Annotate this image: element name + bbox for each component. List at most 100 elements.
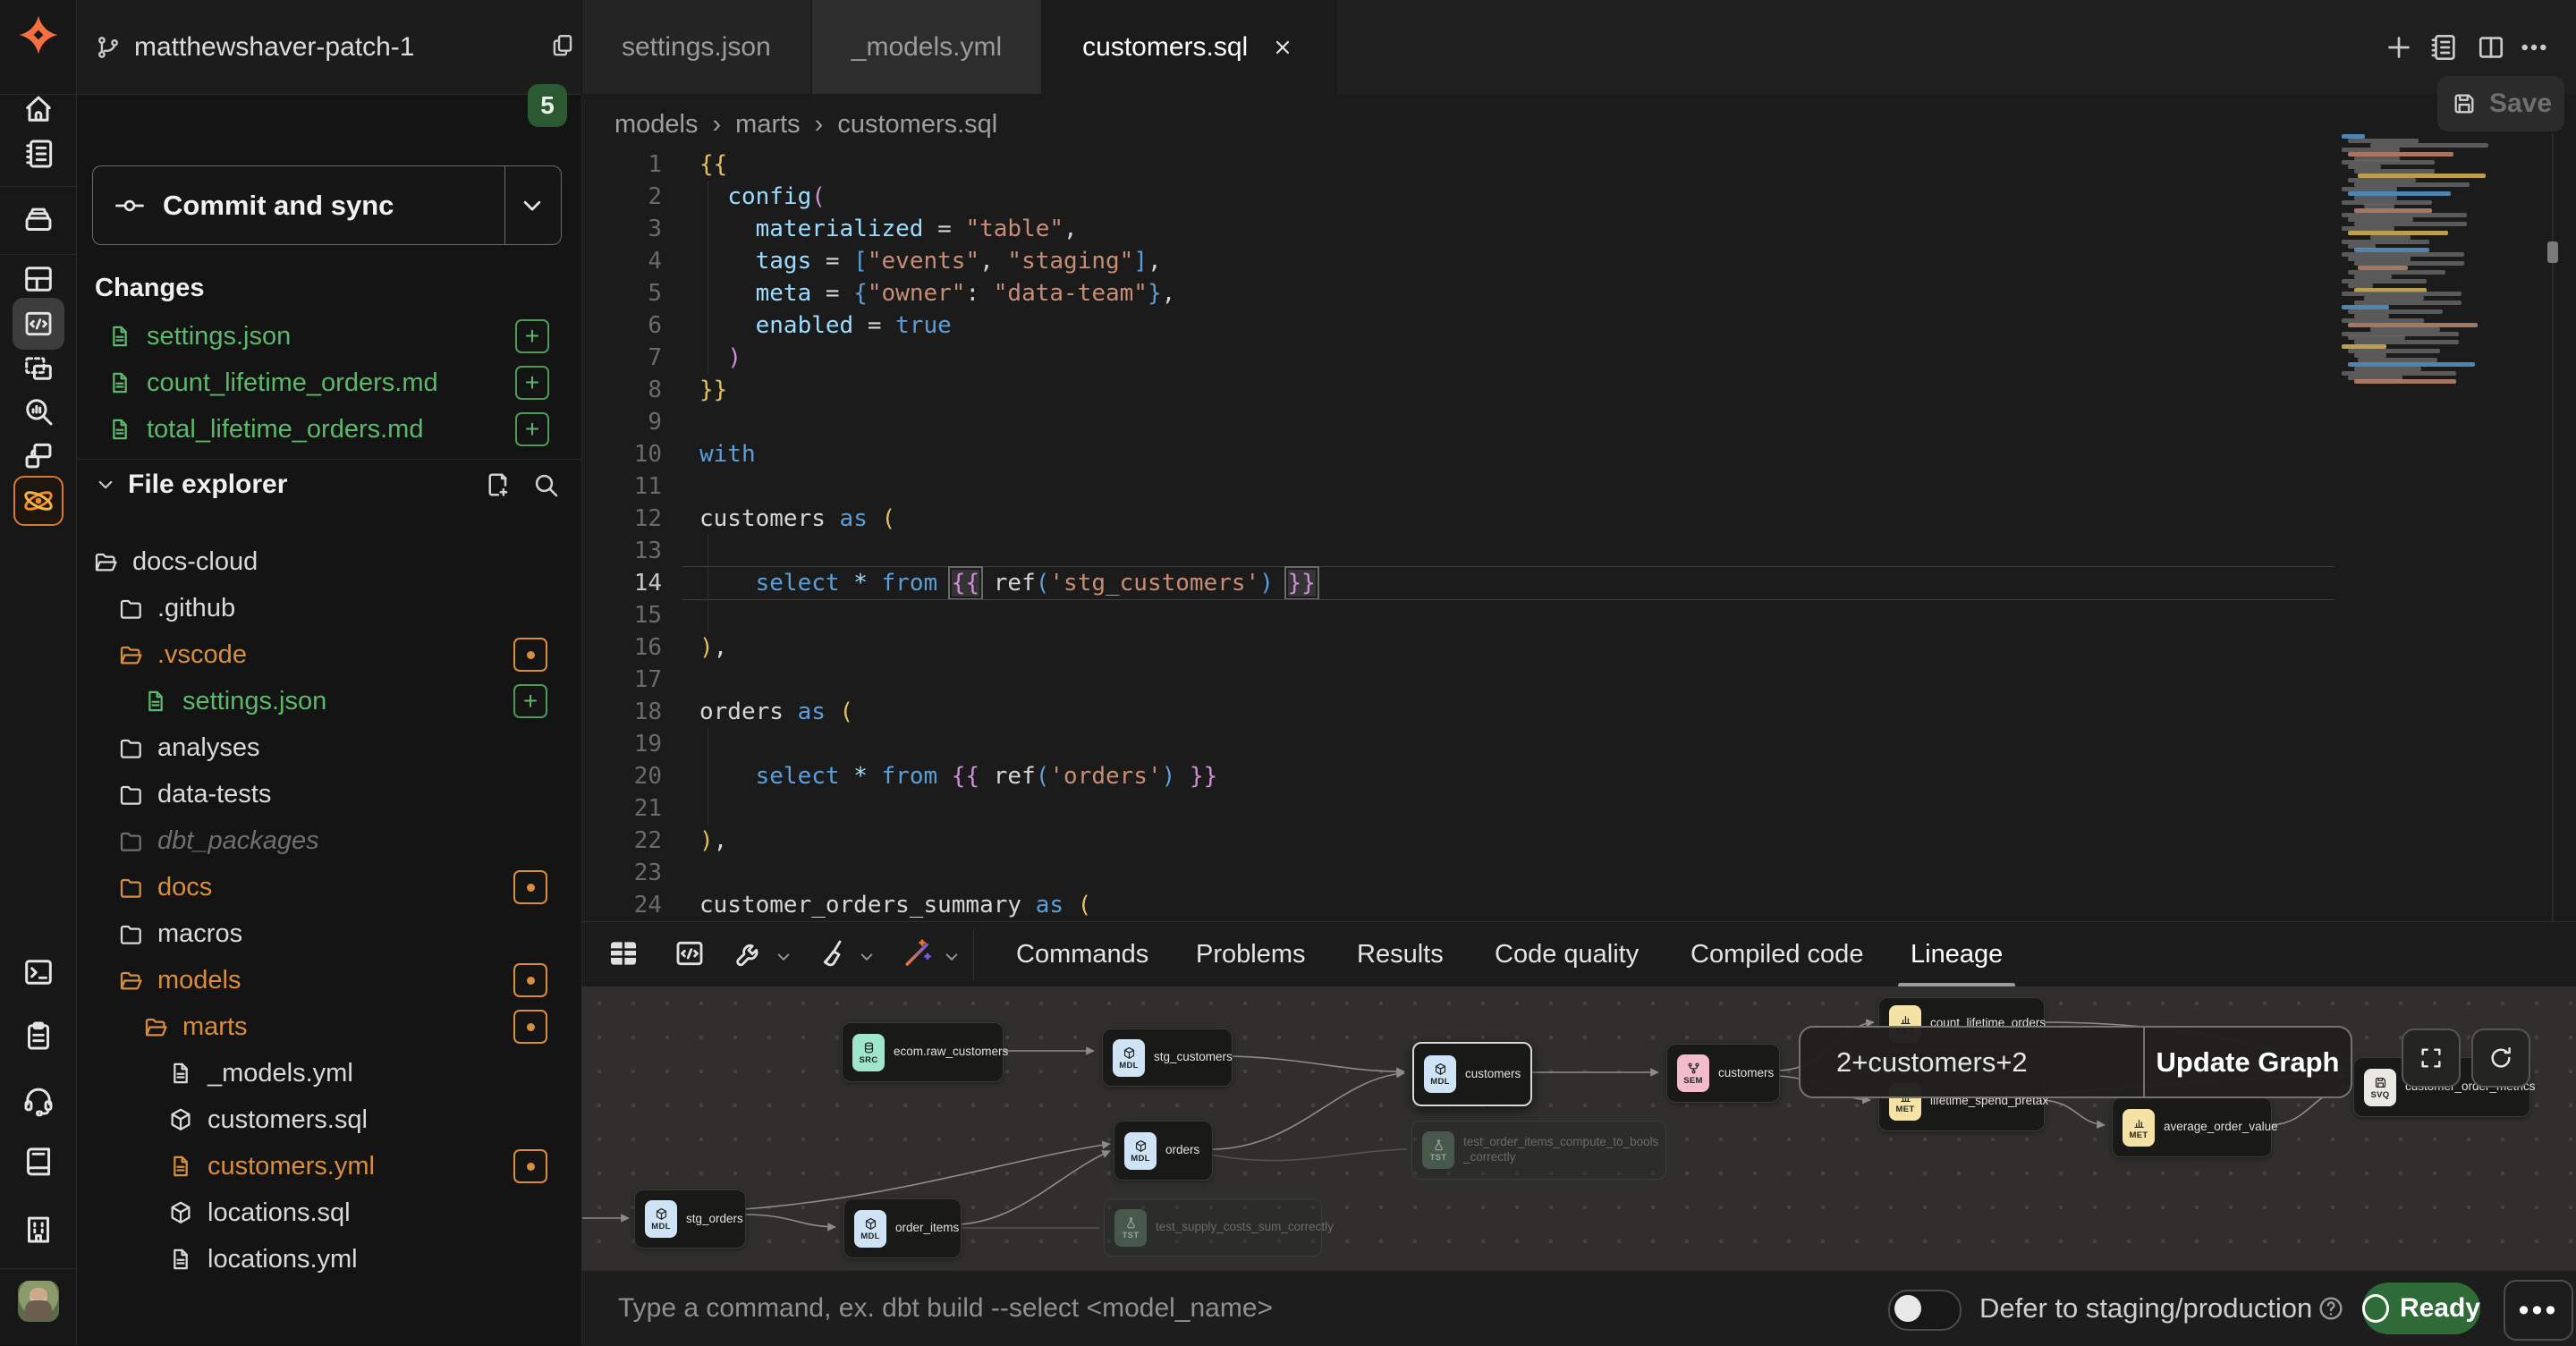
dbt-logo-icon[interactable] bbox=[16, 13, 61, 63]
rail-windows-icon[interactable] bbox=[20, 437, 57, 475]
panel-tab-problems[interactable]: Problems bbox=[1196, 922, 1306, 987]
format-broom-icon[interactable] bbox=[815, 935, 851, 971]
modified-dot-badge[interactable] bbox=[513, 638, 547, 672]
modified-dot-badge[interactable] bbox=[513, 870, 547, 904]
lineage-node-orders[interactable]: MDLorders bbox=[1114, 1121, 1213, 1181]
tree-item--vscode[interactable]: .vscode bbox=[116, 631, 567, 678]
rail-book-icon[interactable] bbox=[20, 1142, 57, 1180]
file-explorer-header[interactable]: File explorer bbox=[92, 470, 287, 500]
rail-code-window-icon[interactable] bbox=[13, 298, 64, 350]
minimap[interactable] bbox=[2342, 134, 2485, 389]
tree-item--models-yml[interactable]: _models.yml bbox=[166, 1050, 567, 1096]
code-content[interactable]: 1{{2 config(3 materialized = "table",4 t… bbox=[582, 148, 2576, 921]
tree-item-locations-sql[interactable]: locations.sql bbox=[166, 1189, 567, 1236]
lineage-canvas[interactable]: SRCecom.raw_customers MDLstg_customers MDL… bbox=[582, 986, 2576, 1270]
rail-dbt-ai-icon[interactable] bbox=[13, 476, 64, 526]
update-graph-button[interactable]: Update Graph bbox=[2143, 1028, 2351, 1096]
help-question-icon[interactable] bbox=[2316, 1293, 2346, 1324]
preview-table-icon[interactable] bbox=[606, 935, 641, 971]
tree-item--github[interactable]: .github bbox=[116, 585, 567, 631]
lineage-node-customers-mdl[interactable]: MDLcustomers bbox=[1412, 1042, 1532, 1106]
rail-home-icon[interactable] bbox=[20, 90, 57, 128]
rail-notebook-icon[interactable] bbox=[20, 135, 57, 173]
changed-file-row[interactable]: total_lifetime_orders.md+ bbox=[89, 406, 569, 453]
command-input[interactable]: Type a command, ex. dbt build --select <… bbox=[618, 1271, 1781, 1346]
breadcrumb-item[interactable]: customers.sql bbox=[837, 110, 997, 140]
lineage-refresh-button[interactable] bbox=[2471, 1029, 2530, 1088]
modified-dot-badge[interactable] bbox=[513, 1010, 547, 1044]
editor-scrollbar-thumb[interactable] bbox=[2547, 241, 2558, 263]
stage-file-button[interactable]: + bbox=[515, 412, 549, 446]
save-button[interactable]: Save bbox=[2437, 76, 2564, 131]
branch-name[interactable]: matthewshaver-patch-1 bbox=[134, 32, 414, 63]
breadcrumb-item[interactable]: marts bbox=[735, 110, 801, 140]
lineage-node-average-order-value[interactable]: METaverage_order_value bbox=[2112, 1097, 2272, 1157]
rail-terminal-icon[interactable] bbox=[20, 953, 57, 991]
panel-tab-code-quality[interactable]: Code quality bbox=[1495, 922, 1639, 987]
compile-code-icon[interactable] bbox=[672, 935, 708, 971]
build-wrench-icon[interactable] bbox=[732, 935, 767, 971]
stage-file-button[interactable]: + bbox=[515, 366, 549, 400]
lineage-node-test-order-items[interactable]: TSTtest_order_items_compute_to_bools _co… bbox=[1411, 1121, 1666, 1180]
tree-item-models[interactable]: models bbox=[116, 957, 567, 1003]
editor-more-options-icon[interactable] bbox=[2517, 30, 2551, 64]
lineage-fullscreen-button[interactable] bbox=[2402, 1029, 2461, 1088]
file-search-icon[interactable] bbox=[530, 469, 562, 501]
user-avatar[interactable] bbox=[18, 1281, 59, 1322]
rail-clipboard-icon[interactable] bbox=[20, 1017, 57, 1054]
lineage-node-customers-sem[interactable]: SEMcustomers bbox=[1666, 1044, 1780, 1103]
rail-stack-icon[interactable] bbox=[20, 200, 57, 238]
copy-branch-icon[interactable] bbox=[547, 30, 578, 61]
defer-toggle[interactable] bbox=[1888, 1290, 1962, 1331]
tree-item-dbt-packages[interactable]: dbt_packages bbox=[116, 817, 567, 864]
new-tab-icon[interactable] bbox=[2382, 30, 2416, 64]
changed-file-row[interactable]: count_lifetime_orders.md+ bbox=[89, 360, 569, 406]
rail-building-icon[interactable] bbox=[20, 1211, 57, 1249]
changed-file-row[interactable]: settings.json+ bbox=[89, 313, 569, 360]
notebook-panel-icon[interactable] bbox=[2426, 30, 2460, 64]
lineage-node-stg-customers[interactable]: MDLstg_customers bbox=[1102, 1029, 1233, 1087]
tree-item-settings-json[interactable]: settings.json+ bbox=[141, 678, 567, 724]
command-bar-more-button[interactable]: ••• bbox=[2504, 1280, 2573, 1341]
modified-dot-badge[interactable] bbox=[513, 1149, 547, 1183]
commit-dropdown-chevron-icon[interactable] bbox=[515, 189, 549, 223]
modified-dot-badge[interactable] bbox=[513, 963, 547, 997]
tree-item-customers-sql[interactable]: customers.sql bbox=[166, 1096, 567, 1143]
chevron-down-icon[interactable] bbox=[772, 945, 795, 969]
lineage-node-ecom-raw-customers[interactable]: SRCecom.raw_customers bbox=[842, 1022, 1004, 1082]
commit-and-sync-button[interactable]: Commit and sync bbox=[92, 165, 562, 245]
code-editor[interactable]: models›marts›customers.sql Save 1{{2 con… bbox=[582, 94, 2576, 921]
lineage-selector-input[interactable]: 2+customers+2 bbox=[1801, 1028, 2143, 1096]
chevron-down-icon[interactable] bbox=[940, 945, 963, 969]
lineage-node-order-items[interactable]: MDLorder_items bbox=[843, 1198, 962, 1258]
split-editor-icon[interactable] bbox=[2474, 30, 2508, 64]
tab-customers-sql[interactable]: customers.sql bbox=[1043, 0, 1337, 94]
rail-headset-icon[interactable] bbox=[20, 1081, 57, 1119]
rail-frame-icon[interactable] bbox=[20, 350, 57, 387]
tree-item-docs-cloud[interactable]: docs-cloud bbox=[91, 538, 567, 585]
tree-item-data-tests[interactable]: data-tests bbox=[116, 771, 567, 817]
chevron-down-icon[interactable] bbox=[855, 945, 878, 969]
close-tab-icon[interactable] bbox=[1269, 34, 1296, 61]
tab--models-yml[interactable]: _models.yml bbox=[812, 0, 1043, 94]
tree-item-customers-yml[interactable]: customers.yml bbox=[166, 1143, 567, 1189]
tree-item-analyses[interactable]: analyses bbox=[116, 724, 567, 771]
tab-settings-json[interactable]: settings.json bbox=[582, 0, 812, 94]
rail-grid-icon[interactable] bbox=[20, 260, 57, 298]
panel-tab-compiled-code[interactable]: Compiled code bbox=[1690, 922, 1863, 987]
ai-fix-wand-icon[interactable] bbox=[900, 935, 936, 971]
tree-item-marts[interactable]: marts bbox=[141, 1003, 567, 1050]
panel-tab-commands[interactable]: Commands bbox=[1016, 922, 1148, 987]
lineage-node-stg-orders[interactable]: MDLstg_orders bbox=[634, 1189, 746, 1249]
panel-tab-lineage[interactable]: Lineage bbox=[1911, 922, 2003, 987]
tree-item-locations-yml[interactable]: locations.yml bbox=[166, 1236, 567, 1283]
lineage-node-test-supply-costs[interactable]: TSTtest_supply_costs_sum_correctly bbox=[1104, 1198, 1322, 1257]
tree-item-macros[interactable]: macros bbox=[116, 910, 567, 957]
tree-item-docs[interactable]: docs bbox=[116, 864, 567, 910]
breadcrumb-item[interactable]: models bbox=[614, 110, 699, 140]
panel-tab-results[interactable]: Results bbox=[1357, 922, 1444, 987]
rail-search-insights-icon[interactable] bbox=[20, 393, 57, 430]
stage-file-button[interactable]: + bbox=[513, 684, 547, 718]
new-file-icon[interactable] bbox=[481, 469, 513, 501]
stage-file-button[interactable]: + bbox=[515, 319, 549, 353]
